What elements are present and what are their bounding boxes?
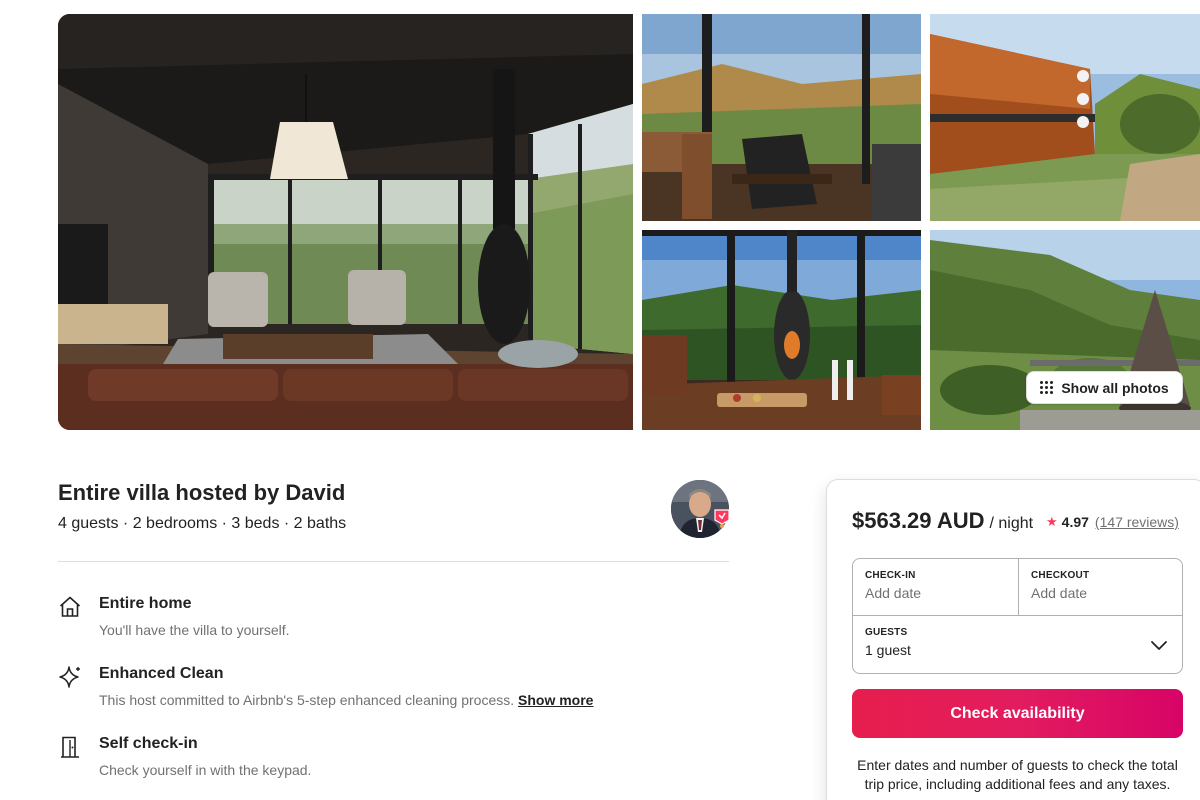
checkout-field[interactable]: CHECKOUT Add date (1019, 559, 1182, 616)
photo-villa-exterior[interactable] (930, 14, 1200, 221)
listing-title: Entire villa hosted by David (58, 480, 346, 505)
guests-label: GUESTS (865, 627, 908, 638)
checkout-value: Add date (1031, 585, 1088, 601)
booking-card: $563.29 AUD / night ★ 4.97 (147 reviews)… (826, 479, 1200, 800)
rating-score: 4.97 (1061, 514, 1089, 530)
show-more-link[interactable]: Show more (518, 692, 593, 708)
guests-value: 1 guest (865, 642, 911, 658)
feature-title: Entire home (99, 595, 192, 612)
date-guest-picker: CHECK-IN Add date CHECKOUT Add date GUES… (852, 558, 1183, 674)
chevron-down-icon (1151, 641, 1167, 650)
checkout-label: CHECKOUT (1031, 570, 1090, 581)
show-all-photos-button[interactable]: Show all photos (1026, 371, 1183, 404)
price-row: $563.29 AUD / night (852, 508, 1033, 534)
photo-fireplace[interactable] (642, 230, 921, 430)
star-icon: ★ (1046, 514, 1058, 529)
feature-description: Check yourself in with the keypad. (99, 762, 312, 778)
listing-summary: 4 guests · 2 bedrooms · 3 beds · 2 baths (58, 515, 347, 532)
feature-description: You'll have the villa to yourself. (99, 622, 290, 638)
check-in-field[interactable]: CHECK-IN Add date (853, 559, 1019, 616)
check-in-value: Add date (865, 585, 922, 601)
home-icon (59, 596, 81, 617)
feature-description-text: This host committed to Airbnb's 5-step e… (99, 692, 515, 708)
sparkle-icon (59, 666, 80, 688)
feature-title: Enhanced Clean (99, 665, 224, 682)
nightly-price: $563.29 AUD (852, 508, 985, 533)
check-availability-button[interactable]: Check availability (852, 689, 1183, 738)
feature-title: Self check-in (99, 735, 198, 752)
feature-description: This host committed to Airbnb's 5-step e… (99, 692, 593, 708)
reviews-link[interactable]: (147 reviews) (1095, 514, 1179, 530)
section-divider (58, 561, 729, 562)
photo-living-room[interactable] (58, 14, 633, 430)
guests-select[interactable]: GUESTS 1 guest (853, 616, 1182, 673)
photo-gallery: Show all photos (58, 14, 1200, 430)
photo-window-view[interactable] (642, 14, 921, 221)
check-in-label: CHECK-IN (865, 570, 916, 581)
per-night-label: / night (989, 515, 1034, 532)
superhost-badge-icon (714, 509, 730, 528)
rating: ★ 4.97 (147 reviews) (1046, 514, 1179, 530)
door-icon (61, 736, 79, 758)
price-note: Enter dates and number of guests to chec… (857, 757, 1178, 792)
show-all-photos-label: Show all photos (1061, 379, 1169, 396)
grid-dots-icon (1040, 381, 1054, 394)
